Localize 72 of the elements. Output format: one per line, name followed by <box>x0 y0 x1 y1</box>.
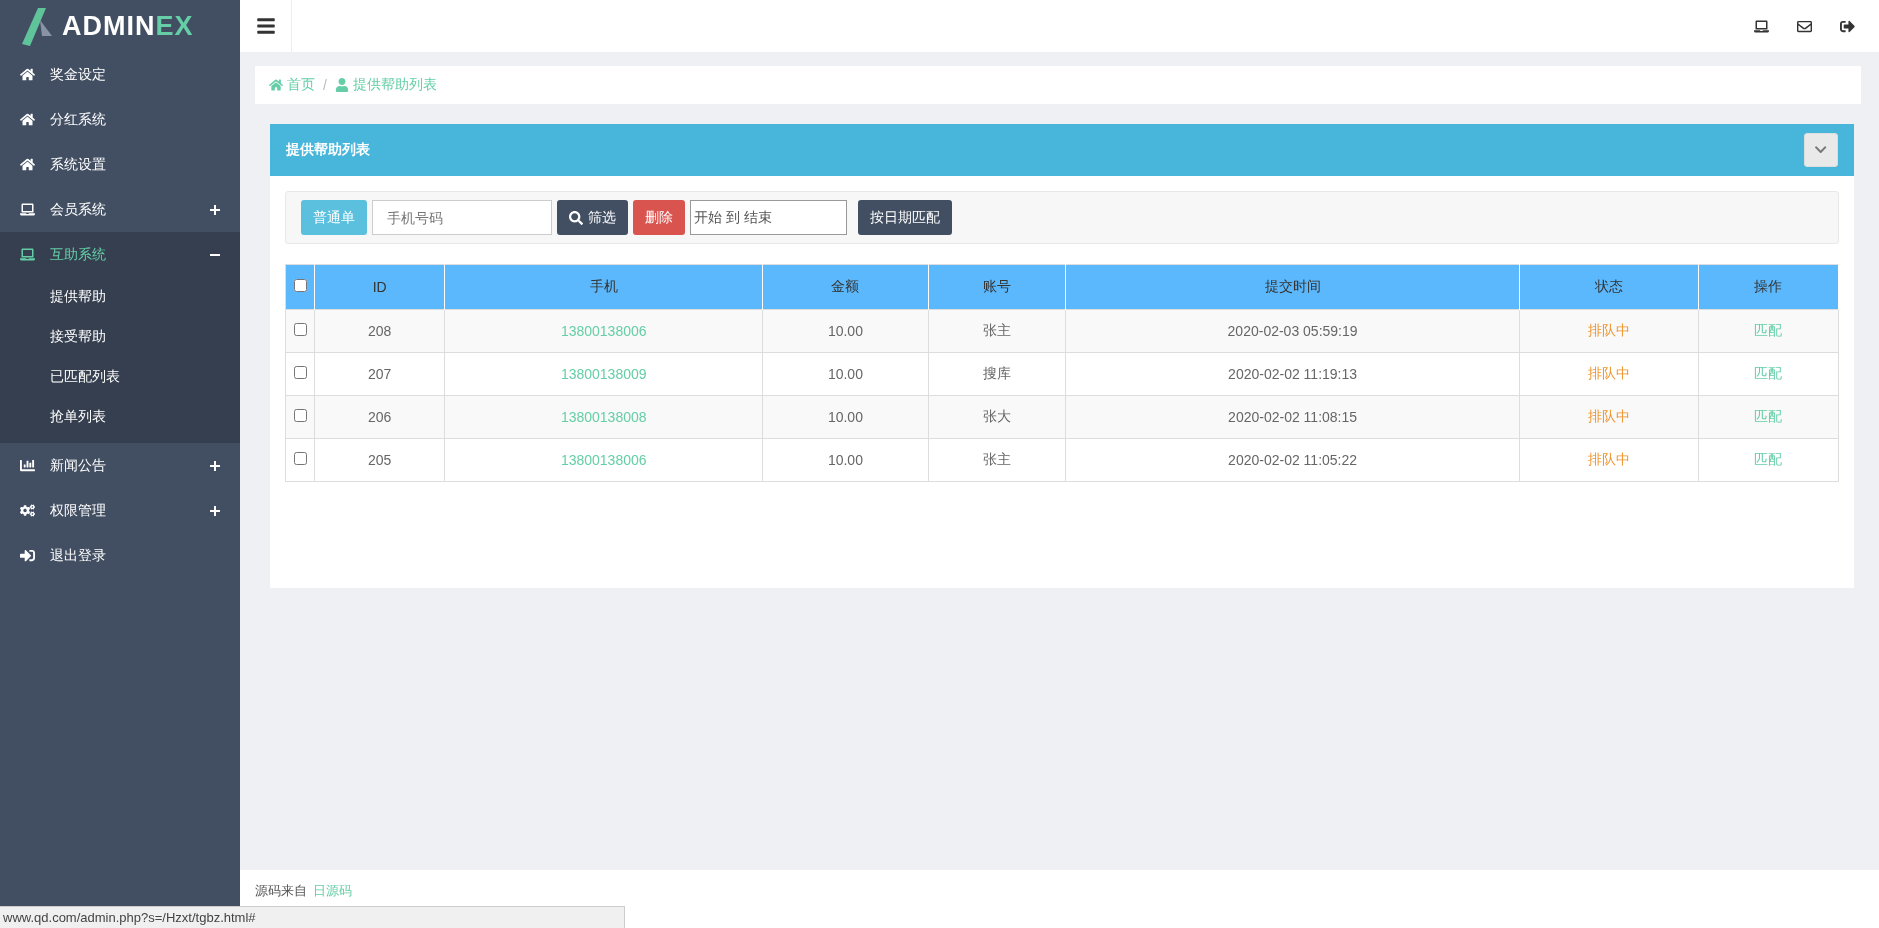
chart-icon <box>20 458 35 473</box>
mail-icon[interactable] <box>1797 18 1812 34</box>
status-url: www.qd.com/admin.php?s=/Hzxt/tgbz.html# <box>0 906 625 928</box>
home-icon <box>20 112 35 127</box>
column-header: 状态 <box>1519 264 1699 310</box>
sidebar-item[interactable]: 新闻公告 <box>0 443 240 488</box>
row-checkbox[interactable] <box>293 452 307 465</box>
sidebar-item[interactable]: 退出登录 <box>0 533 240 578</box>
home-icon <box>20 67 35 82</box>
column-header: ID <box>314 264 445 310</box>
account-text: 张主 <box>983 322 1011 338</box>
amount-text: 10.00 <box>827 366 863 382</box>
sidebar-item[interactable]: 互助系统 <box>0 232 240 277</box>
column-header: 手机 <box>444 264 763 310</box>
home-icon <box>269 78 283 92</box>
status-text: 排队中 <box>1587 322 1630 338</box>
laptop-icon[interactable] <box>1754 18 1769 34</box>
id-text: 206 <box>367 409 392 425</box>
column-header: 操作 <box>1698 264 1839 310</box>
panel-title: 提供帮助列表 <box>286 141 370 159</box>
row-checkbox[interactable] <box>293 409 307 422</box>
gears-icon <box>20 503 35 518</box>
status-text: 排队中 <box>1587 408 1630 424</box>
sign-out-icon[interactable] <box>1840 18 1855 34</box>
delete-button[interactable]: 删除 <box>633 200 685 235</box>
logo-text: ADMINEX <box>62 10 194 42</box>
phone-field[interactable]: 手机号码 <box>372 200 552 235</box>
submenu-item[interactable]: 抢单列表 <box>0 397 240 437</box>
row-checkbox[interactable] <box>293 366 307 379</box>
filter-button[interactable]: 筛选 <box>557 200 628 235</box>
id-text: 208 <box>367 323 392 339</box>
account-text: 搜库 <box>983 365 1011 381</box>
home-icon <box>20 157 35 172</box>
status-text: 排队中 <box>1587 451 1630 467</box>
plus-icon[interactable] <box>210 505 220 516</box>
plus-icon[interactable] <box>210 204 220 215</box>
account-text: 张主 <box>983 451 1011 467</box>
account-text: 张大 <box>983 408 1011 424</box>
sidebar-item[interactable]: 系统设置 <box>0 142 240 187</box>
column-header: 金额 <box>762 264 928 310</box>
time-text: 2020-02-02 11:19:13 <box>1228 366 1358 382</box>
sidebar-item[interactable]: 会员系统 <box>0 187 240 232</box>
sidebar-item[interactable]: 奖金设定 <box>0 52 240 97</box>
plus-icon[interactable] <box>210 460 220 471</box>
menu-icon[interactable] <box>255 16 276 36</box>
time-text: 2020-02-02 11:08:15 <box>1228 409 1358 425</box>
sidebar-item[interactable]: 权限管理 <box>0 488 240 533</box>
user-icon <box>334 78 349 92</box>
sidebar-item[interactable]: 分红系统 <box>0 97 240 142</box>
amount-text: 10.00 <box>827 452 863 468</box>
submenu-item[interactable]: 已匹配列表 <box>0 357 240 397</box>
amount-text: 10.00 <box>827 323 863 339</box>
column-header: 账号 <box>928 264 1066 310</box>
search-icon <box>569 210 583 225</box>
laptop-icon <box>20 247 35 262</box>
submenu-item[interactable]: 提供帮助 <box>0 277 240 317</box>
footer-text: 源码来自 <box>255 882 307 900</box>
status-text: 排队中 <box>1587 365 1630 381</box>
time-text: 2020-02-02 11:05:22 <box>1228 452 1358 468</box>
date-match-button[interactable]: 按日期匹配 <box>858 200 952 235</box>
column-header: 提交时间 <box>1066 264 1520 310</box>
submenu-item[interactable]: 接受帮助 <box>0 317 240 357</box>
amount-text: 10.00 <box>827 409 863 425</box>
row-checkbox[interactable] <box>293 323 307 336</box>
id-text: 207 <box>367 366 392 382</box>
sign-in-icon <box>20 548 35 563</box>
select-all-checkbox[interactable] <box>293 279 307 292</box>
date-range-field[interactable]: 开始 到 结束 <box>690 200 847 235</box>
laptop-icon <box>20 202 35 217</box>
time-text: 2020-02-03 05:59:19 <box>1227 323 1358 339</box>
breadcrumb-separator: / <box>323 77 327 93</box>
id-text: 205 <box>367 452 392 468</box>
